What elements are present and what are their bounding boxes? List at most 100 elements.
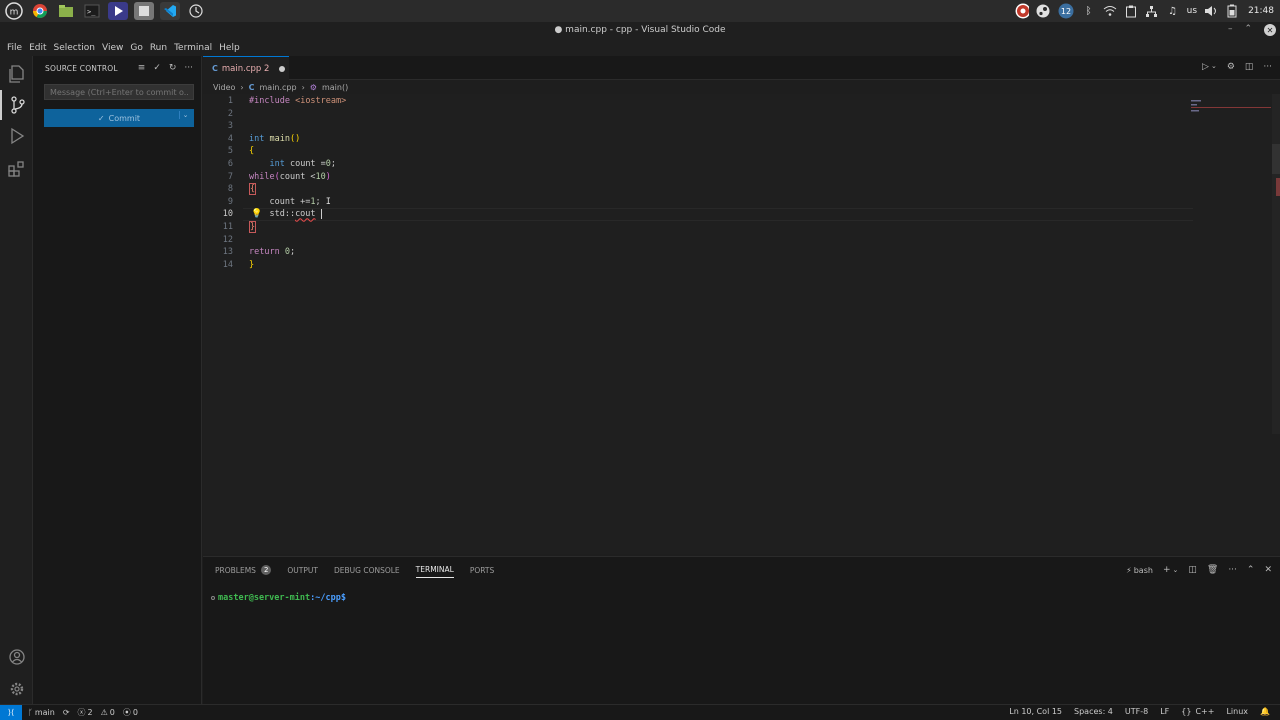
status-branch[interactable]: main [35,708,55,717]
breadcrumb-file[interactable]: main.cpp [260,83,297,92]
code-editor[interactable]: 1 #include <iostream> 2 3 4 int main() 5… [203,94,1280,554]
code-line[interactable]: 14 } [203,259,1193,272]
network-icon[interactable] [1145,4,1159,18]
breadcrumb-folder[interactable]: Video [213,83,235,92]
code-line[interactable]: 2 [203,108,1193,121]
manage-gear-icon[interactable] [0,674,33,704]
terminal-prompt-line[interactable]: master@server-mint:~/cpp$ [211,593,346,603]
keyboard-layout[interactable]: us [1187,6,1197,16]
bluetooth-icon[interactable]: ᛒ [1082,4,1096,18]
vscode-taskbar-icon[interactable] [160,2,180,20]
sync-icon[interactable]: ⟳ [63,708,70,717]
new-terminal-icon[interactable]: + [1163,565,1171,575]
menu-edit[interactable]: Edit [26,43,49,53]
split-terminal-icon[interactable]: ◫ [1188,565,1197,575]
panel-more-icon[interactable]: ··· [1228,565,1237,575]
code-line[interactable]: 6 int count =0; [203,158,1193,171]
minimize-icon[interactable]: – [1228,24,1233,36]
maximize-panel-icon[interactable]: ⌃ [1247,565,1255,575]
commit-check-icon[interactable]: ✓ [153,63,161,73]
status-warnings[interactable]: 0 [110,708,115,717]
unsaved-dot-icon[interactable] [279,65,286,72]
tab-main-cpp[interactable]: C main.cpp 2 [203,56,289,80]
settings-gear-icon[interactable]: ⚙ [1227,62,1235,72]
files-icon[interactable] [56,2,76,20]
chrome-icon[interactable] [30,2,50,20]
update-badge-icon[interactable]: 12 [1057,3,1075,19]
notifications-bell-icon[interactable]: 🔔 [1260,707,1270,716]
close-window-icon[interactable]: ✕ [1264,24,1276,36]
chevron-down-icon[interactable]: ⌄ [179,111,191,119]
source-control-icon[interactable] [0,90,33,120]
menu-file[interactable]: File [4,43,25,53]
status-cursor-position[interactable]: Ln 10, Col 15 [1009,707,1062,716]
minimap[interactable] [1191,98,1271,118]
code-line[interactable]: 5 { [203,145,1193,158]
commit-message-input[interactable] [44,84,194,100]
explorer-icon[interactable] [0,59,33,89]
code-line[interactable]: 4 int main() [203,133,1193,146]
code-line[interactable]: 1 #include <iostream> [203,95,1193,108]
breadcrumb-symbol[interactable]: main() [322,83,348,92]
status-ports[interactable]: 0 [133,708,138,717]
menu-run[interactable]: Run [147,43,170,53]
maximize-icon[interactable]: ⌃ [1244,24,1252,36]
more-actions-icon[interactable]: ··· [184,63,193,73]
clipboard-icon[interactable] [1124,4,1138,18]
wifi-icon[interactable] [1103,4,1117,18]
code-line[interactable]: 7 while(count <10) [203,171,1193,184]
account-icon[interactable] [0,642,33,672]
terminal-dropdown-icon[interactable]: ⌄ [1172,566,1178,574]
run-dropdown-icon[interactable]: ⌄ [1211,62,1217,72]
tab-ports[interactable]: PORTS [470,566,494,578]
view-as-tree-icon[interactable]: ≡ [138,63,146,73]
tab-problems[interactable]: PROBLEMS 2 [215,565,272,578]
warning-icon[interactable]: ⚠ [101,708,108,717]
overview-ruler[interactable] [1272,94,1280,554]
clock[interactable]: 21:48 [1248,6,1274,16]
status-os[interactable]: Linux [1226,707,1248,716]
code-line[interactable]: 12 [203,234,1193,247]
ports-icon[interactable]: ⦿ [123,707,131,718]
run-file-icon[interactable]: ▷ [1202,62,1209,72]
branch-icon[interactable]: ᚴ [28,708,33,717]
terminal-shell-name[interactable]: bash [1134,566,1153,575]
status-errors[interactable]: 2 [88,708,93,717]
menu-view[interactable]: View [99,43,126,53]
code-line[interactable]: 13 return 0; [203,246,1193,259]
timeshift-icon[interactable] [186,2,206,20]
terminal-app-icon[interactable]: >_ [82,2,102,20]
battery-icon[interactable] [1225,4,1239,18]
obs-tray-icon[interactable] [1015,3,1029,19]
split-editor-icon[interactable]: ◫ [1245,62,1254,72]
media-app-icon[interactable] [108,2,128,20]
close-panel-icon[interactable]: ✕ [1264,565,1272,575]
lightbulb-icon[interactable]: 💡 [251,209,262,219]
steam-tray-icon[interactable] [1036,4,1050,18]
code-line[interactable]: 9 count +=1; I [203,196,1193,209]
status-eol[interactable]: LF [1160,707,1169,716]
extensions-icon[interactable] [0,154,33,184]
music-icon[interactable]: ♫ [1166,4,1180,18]
menu-selection[interactable]: Selection [51,43,98,53]
commit-button[interactable]: ✓ Commit ⌄ [44,109,194,127]
kill-terminal-icon[interactable]: 🗑 [1207,565,1218,575]
code-line-current[interactable]: 10 std::cout [203,208,1193,221]
window-app-icon[interactable] [134,2,154,20]
code-line[interactable]: 11 } [203,221,1193,234]
code-line[interactable]: 3 [203,120,1193,133]
error-icon[interactable]: ⓧ [78,707,86,718]
mint-menu-icon[interactable]: m [4,2,24,20]
menu-terminal[interactable]: Terminal [171,43,215,53]
volume-icon[interactable] [1204,4,1218,18]
editor-more-icon[interactable]: ··· [1263,62,1272,72]
tab-debug-console[interactable]: DEBUG CONSOLE [334,566,400,578]
tab-terminal[interactable]: TERMINAL [415,565,454,578]
code-line[interactable]: 8 { [203,183,1193,196]
refresh-icon[interactable]: ↻ [169,63,177,73]
status-encoding[interactable]: UTF-8 [1125,707,1148,716]
run-debug-icon[interactable] [0,121,33,151]
remote-indicator-icon[interactable]: ⟩⟨ [0,704,22,720]
menu-help[interactable]: Help [216,43,243,53]
status-indentation[interactable]: Spaces: 4 [1074,707,1113,716]
